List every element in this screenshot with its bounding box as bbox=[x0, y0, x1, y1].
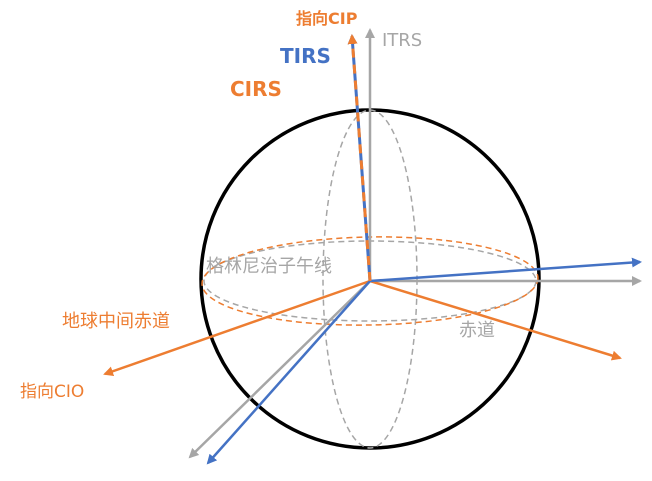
diagram-canvas: 指向CIP TIRS ITRS CIRS 格林尼治子午线 赤道 地球中间赤道 指… bbox=[20, 9, 642, 465]
label-equator: 赤道 bbox=[459, 320, 495, 341]
label-greenwich-meridian: 格林尼治子午线 bbox=[206, 256, 332, 277]
label-cio: 指向CIO bbox=[20, 382, 84, 402]
reference-frames-diagram: 指向CIP TIRS ITRS CIRS 格林尼治子午线 赤道 地球中间赤道 指… bbox=[0, 0, 652, 476]
itrs-y-axis bbox=[188, 280, 371, 459]
label-tirs: TIRS bbox=[280, 44, 331, 68]
cirs-x-axis bbox=[369, 279, 622, 361]
label-cirs: CIRS bbox=[230, 77, 282, 101]
tirs-x-axis bbox=[369, 257, 642, 283]
label-itrs: ITRS bbox=[382, 30, 422, 51]
label-cip: 指向CIP bbox=[296, 9, 358, 28]
label-intermediate-equator: 地球中间赤道 bbox=[62, 311, 170, 332]
